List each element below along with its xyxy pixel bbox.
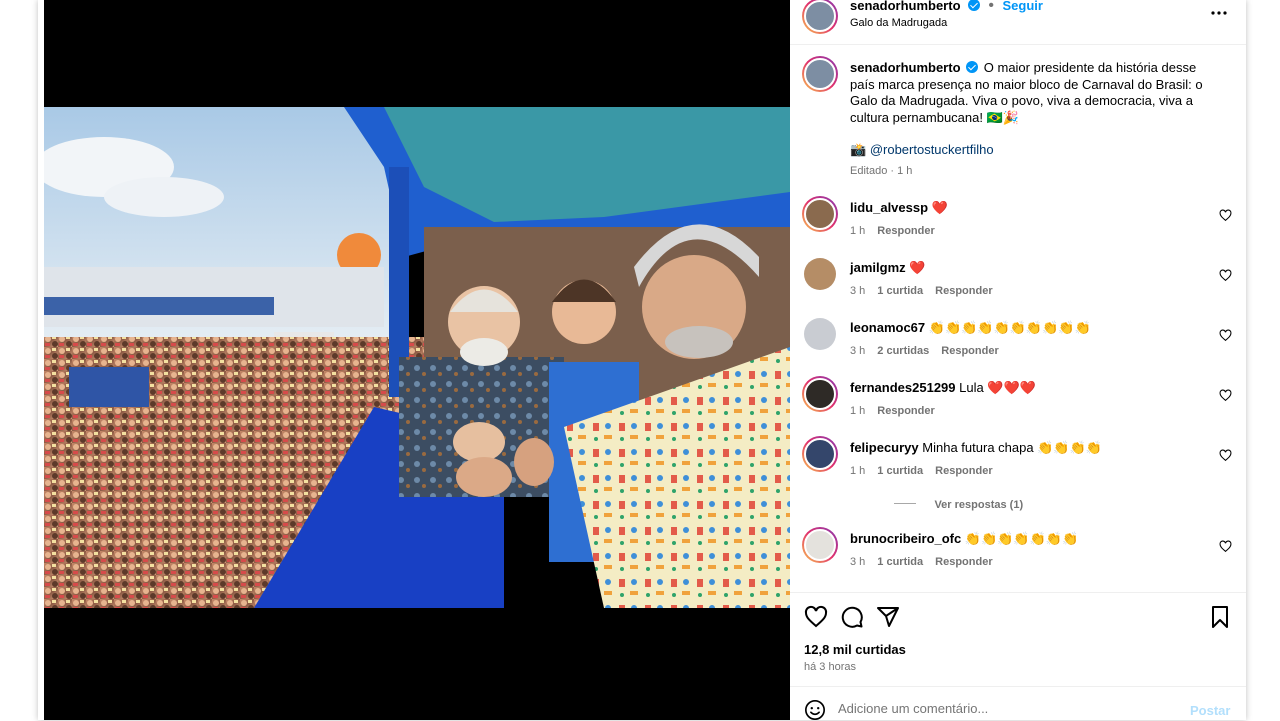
comment-text: Lula ❤️❤️❤️	[959, 380, 1036, 395]
share-icon[interactable]	[876, 605, 900, 629]
post-comment-button[interactable]: Postar	[1190, 703, 1230, 718]
commenter-avatar[interactable]	[802, 196, 838, 232]
comment-text: ❤️	[931, 200, 948, 215]
like-comment-icon[interactable]	[1219, 540, 1232, 553]
comment-username[interactable]: brunocribeiro_ofc	[850, 531, 961, 546]
comment-username[interactable]: leonamoc67	[850, 320, 925, 335]
author-username[interactable]: senadorhumberto	[850, 0, 961, 13]
reply-button[interactable]: Responder	[941, 345, 998, 357]
reply-button[interactable]: Responder	[877, 405, 934, 417]
like-icon[interactable]	[804, 605, 828, 629]
post-side-panel: senadorhumberto • Seguir Galo da Madruga…	[790, 0, 1246, 720]
comment-item: fernandes251299 Lula ❤️❤️❤️ 1 h Responder	[790, 376, 1246, 436]
page-margin-right	[1246, 0, 1280, 720]
comment-username[interactable]: jamilgmz	[850, 260, 906, 275]
comment-time: 1 h	[850, 465, 866, 477]
post-actions	[790, 592, 1246, 643]
comment-username[interactable]: fernandes251299	[850, 380, 956, 395]
verified-badge-icon	[967, 0, 980, 11]
commenter-avatar[interactable]	[802, 376, 838, 412]
post-media	[44, 0, 790, 720]
caption-avatar[interactable]	[802, 56, 838, 92]
comment-username[interactable]: lidu_alvessp	[850, 200, 928, 215]
post-location[interactable]: Galo da Madrugada	[850, 17, 947, 29]
comment-text: 👏👏👏👏👏👏👏	[964, 531, 1079, 546]
comment-item: leonamoc67 👏👏👏👏👏👏👏👏👏👏 3 h 2 curtidas Respo…	[790, 318, 1246, 376]
replies-divider	[894, 503, 916, 505]
post-time[interactable]: há 3 horas	[804, 661, 856, 673]
view-replies-label: Ver respostas (1)	[934, 499, 1024, 511]
comment-likes[interactable]: 2 curtidas	[877, 345, 929, 357]
commenter-avatar[interactable]	[804, 318, 836, 350]
like-comment-icon[interactable]	[1219, 209, 1232, 222]
author-avatar[interactable]	[802, 0, 838, 34]
like-comment-icon[interactable]	[1219, 269, 1232, 282]
comment-item: lidu_alvessp ❤️ 1 h Responder	[790, 196, 1246, 256]
comment-time: 3 h	[850, 556, 866, 568]
comment-text: 👏👏👏👏👏👏👏👏👏👏	[928, 320, 1091, 335]
comment-text: ❤️	[909, 260, 926, 275]
save-bookmark-icon[interactable]	[1208, 605, 1232, 629]
reply-button[interactable]: Responder	[877, 225, 934, 237]
commenter-avatar[interactable]	[802, 436, 838, 472]
edited-timestamp: Editado · 1 h	[850, 165, 913, 177]
post-header: senadorhumberto • Seguir Galo da Madruga…	[790, 0, 1246, 45]
like-count[interactable]: 12,8 mil curtidas	[804, 642, 906, 657]
caption: senadorhumberto O maior presidente da hi…	[850, 60, 1210, 126]
like-comment-icon[interactable]	[1219, 329, 1232, 342]
comment-username[interactable]: felipecuryy	[850, 440, 919, 455]
view-replies-button[interactable]: Ver respostas (1)	[894, 495, 1023, 513]
comment-item: brunocribeiro_ofc 👏👏👏👏👏👏👏 3 h 1 curtida Re…	[790, 527, 1246, 587]
reply-button[interactable]: Responder	[935, 556, 992, 568]
commenter-avatar[interactable]	[802, 527, 838, 563]
comment-item: felipecuryy Minha futura chapa 👏👏👏👏 1 h 1…	[790, 436, 1246, 496]
comment-likes[interactable]: 1 curtida	[877, 556, 923, 568]
comment-time: 1 h	[850, 225, 866, 237]
comment-likes[interactable]: 1 curtida	[877, 465, 923, 477]
comment-time: 1 h	[850, 405, 866, 417]
credit-link[interactable]: @robertostuckertfilho	[870, 142, 994, 157]
reply-button[interactable]: Responder	[935, 285, 992, 297]
comment-time: 3 h	[850, 285, 866, 297]
comment-time: 3 h	[850, 345, 866, 357]
emoji-icon[interactable]	[804, 699, 826, 721]
follow-button[interactable]: Seguir	[1002, 0, 1042, 13]
carnival-photo	[44, 107, 790, 608]
comment-icon[interactable]	[840, 605, 864, 629]
caption-username[interactable]: senadorhumberto	[850, 60, 961, 75]
comment-item: jamilgmz ❤️ 3 h 1 curtida Responder	[790, 258, 1246, 316]
more-horizontal-icon[interactable]	[1210, 8, 1228, 18]
camera-icon: 📸	[850, 142, 867, 157]
page-margin-left	[0, 0, 38, 720]
like-comment-icon[interactable]	[1219, 449, 1232, 462]
commenter-avatar[interactable]	[804, 258, 836, 290]
comment-text: Minha futura chapa 👏👏👏👏	[922, 440, 1102, 455]
comment-likes[interactable]: 1 curtida	[877, 285, 923, 297]
comment-input[interactable]	[838, 701, 1178, 716]
photo-credit: 📸 @robertostuckertfilho	[850, 142, 994, 158]
post-dialog: senadorhumberto • Seguir Galo da Madruga…	[38, 0, 1246, 720]
verified-badge-icon	[966, 61, 979, 73]
post-photo[interactable]	[44, 107, 790, 608]
add-comment-bar: Postar	[790, 686, 1246, 721]
reply-button[interactable]: Responder	[935, 465, 992, 477]
like-comment-icon[interactable]	[1219, 389, 1232, 402]
